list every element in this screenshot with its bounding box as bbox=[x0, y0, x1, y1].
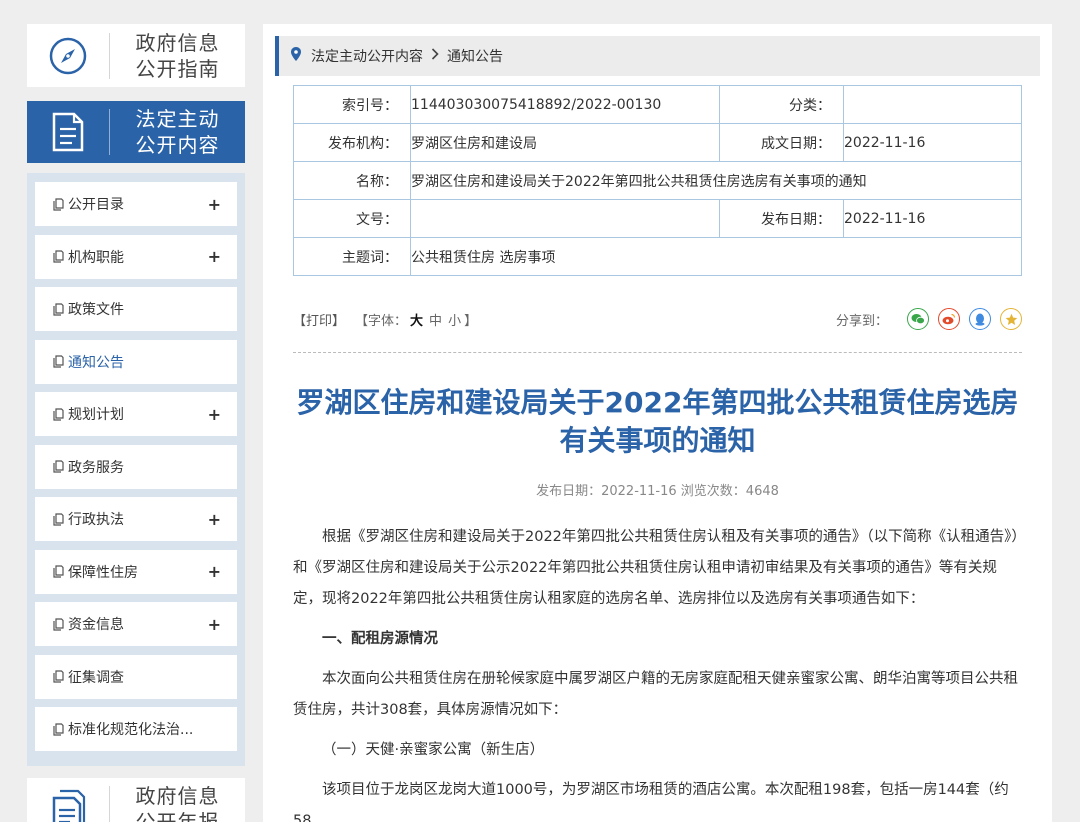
sidebar-item[interactable]: 政策文件 bbox=[35, 287, 237, 331]
sidebar-menu: 公开目录 + 机构职能 + 政策文件 通知公告 规划计划 + 政务服务 行政执法 + 保障性住房 + 资金… bbox=[27, 173, 245, 766]
category-value bbox=[843, 85, 1022, 124]
chevron-right-icon bbox=[431, 48, 439, 64]
compass-icon bbox=[27, 36, 109, 76]
font-mid-button[interactable]: 中 bbox=[429, 314, 442, 329]
paragraph-3: （一）天健·亲蜜家公寓（新生店） bbox=[322, 742, 545, 758]
breadcrumb: 法定主动公开内容 通知公告 bbox=[275, 36, 1040, 76]
annual-line1: 政府信息 bbox=[135, 784, 220, 808]
qzone-share-icon[interactable] bbox=[1000, 308, 1022, 330]
font-size-switcher: 【字体：大中小】 bbox=[355, 310, 477, 329]
sidebar-item[interactable]: 行政执法 + bbox=[35, 497, 237, 541]
active-line2: 公开内容 bbox=[135, 133, 220, 157]
active-section-card[interactable]: 法定主动 公开内容 bbox=[27, 101, 245, 163]
expand-plus-icon[interactable]: + bbox=[208, 510, 221, 529]
expand-plus-icon[interactable]: + bbox=[208, 562, 221, 581]
file-icon bbox=[53, 302, 64, 316]
guide-card[interactable]: 政府信息 公开指南 bbox=[27, 24, 245, 87]
annual-report-card[interactable]: 政府信息 公开年报 bbox=[27, 777, 245, 822]
file-icon bbox=[53, 355, 64, 368]
sidebar: 政府信息 公开指南 法定主动 公开内容 公开目录 + 机构职能 + 政策文件通知公告规划… bbox=[27, 24, 245, 822]
sidebar-item-label: 机构职能 bbox=[68, 249, 124, 266]
divider bbox=[293, 352, 1022, 353]
guide-line2: 公开指南 bbox=[135, 56, 220, 81]
expand-plus-icon[interactable]: + bbox=[208, 615, 221, 634]
qq-share-icon[interactable] bbox=[969, 308, 991, 330]
file-icon bbox=[53, 617, 64, 631]
file-icon bbox=[53, 512, 64, 526]
sidebar-item[interactable]: 标准化规范化法治... bbox=[35, 707, 237, 751]
docno-label: 文号： bbox=[293, 199, 411, 238]
sidebar-item[interactable]: 政务服务 bbox=[35, 444, 237, 489]
breadcrumb-level2[interactable]: 通知公告 bbox=[447, 46, 503, 66]
font-small-button[interactable]: 小 bbox=[448, 314, 461, 329]
sidebar-item[interactable]: 通知公告 bbox=[35, 339, 237, 384]
sidebar-item-label: 征集调查 bbox=[68, 669, 124, 686]
sidebar-item[interactable]: 机构职能 + bbox=[35, 234, 237, 279]
report-icon bbox=[27, 788, 109, 822]
weibo-share-icon[interactable] bbox=[938, 308, 960, 330]
sidebar-item-label: 规划计划 bbox=[68, 407, 124, 423]
subject-label: 主题词： bbox=[293, 237, 411, 276]
expand-plus-icon[interactable]: + bbox=[208, 195, 221, 214]
written-date-value: 2022-11-16 bbox=[843, 123, 1022, 162]
file-icon bbox=[53, 250, 64, 263]
annual-line2: 公开年报 bbox=[135, 810, 220, 822]
sidebar-item[interactable]: 征集调查 bbox=[35, 654, 237, 699]
index-label: 索引号： bbox=[293, 85, 411, 124]
sidebar-item[interactable]: 保障性住房 + bbox=[35, 549, 237, 594]
font-suffix: 】 bbox=[464, 313, 478, 329]
sidebar-item[interactable]: 资金信息 + bbox=[35, 602, 237, 646]
sidebar-item-label: 公开目录 bbox=[68, 197, 124, 213]
file-icon bbox=[53, 565, 64, 578]
sidebar-item-label: 通知公告 bbox=[68, 354, 124, 371]
wechat-share-icon[interactable] bbox=[907, 308, 929, 330]
name-value: 罗湖区住房和建设局关于2022年第四批公共租赁住房选房有关事项的通知 bbox=[410, 161, 1022, 200]
file-icon bbox=[53, 197, 64, 211]
name-label: 名称： bbox=[293, 161, 411, 200]
info-table: 索引号： 114403030075418892/2022-00130 分类： 发… bbox=[293, 85, 1022, 276]
article-title: 罗湖区住房和建设局关于2022年第四批公共租赁住房选房有关事项的通知 bbox=[296, 386, 1019, 457]
sidebar-item-label: 保障性住房 bbox=[68, 564, 138, 581]
active-line1: 法定主动 bbox=[135, 107, 220, 131]
org-value: 罗湖区住房和建设局 bbox=[410, 123, 720, 162]
category-label: 分类： bbox=[719, 85, 844, 124]
index-value: 114403030075418892/2022-00130 bbox=[410, 85, 720, 124]
main-content: 法定主动公开内容 通知公告 索引号： 114403030075418892/20… bbox=[263, 24, 1052, 822]
expand-plus-icon[interactable]: + bbox=[208, 405, 221, 424]
docno-value bbox=[410, 199, 720, 238]
font-big-button[interactable]: 大 bbox=[410, 314, 423, 329]
file-icon bbox=[53, 722, 64, 736]
section-heading-1: 一、配租房源情况 bbox=[322, 631, 438, 647]
guide-line1: 政府信息 bbox=[135, 30, 220, 55]
subject-value: 公共租赁住房 选房事项 bbox=[410, 237, 1022, 276]
expand-plus-icon[interactable]: + bbox=[208, 247, 221, 266]
file-icon bbox=[53, 670, 64, 683]
sidebar-item[interactable]: 规划计划 + bbox=[35, 392, 237, 436]
article-tools: 【打印】 【字体：大中小】 分享到： bbox=[293, 308, 1022, 330]
pub-date-label: 发布日期： bbox=[719, 199, 844, 238]
location-pin-icon bbox=[291, 47, 301, 65]
sidebar-item-label: 政策文件 bbox=[68, 302, 124, 318]
breadcrumb-level1[interactable]: 法定主动公开内容 bbox=[311, 46, 423, 66]
article-meta: 发布日期：2022-11-16 浏览次数：4648 bbox=[536, 484, 779, 499]
written-date-label: 成文日期： bbox=[719, 123, 844, 162]
share-bar: 分享到： bbox=[836, 308, 1022, 330]
file-icon bbox=[53, 460, 64, 473]
sidebar-item-label: 标准化规范化法治... bbox=[68, 722, 194, 738]
article-body: 根据《罗湖区住房和建设局关于2022年第四批公共租赁住房认租及有关事项的通告》（… bbox=[293, 522, 1022, 822]
paragraph-4: 该项目位于龙岗区龙岗大道1000号，为罗湖区市场租赁的酒店公寓。本次配租198套… bbox=[293, 782, 1009, 822]
font-prefix: 【字体： bbox=[355, 313, 408, 329]
pub-date-value: 2022-11-16 bbox=[843, 199, 1022, 238]
paragraph-2: 本次面向公共租赁住房在册轮候家庭中属罗湖区户籍的无房家庭配租天健亲蜜家公寓、朗华… bbox=[293, 671, 1018, 718]
paragraph-1: 根据《罗湖区住房和建设局关于2022年第四批公共租赁住房认租及有关事项的通告》（… bbox=[293, 529, 1019, 607]
document-icon bbox=[27, 111, 109, 153]
sidebar-item[interactable]: 公开目录 + bbox=[35, 182, 237, 226]
print-link[interactable]: 【打印】 bbox=[293, 310, 345, 329]
share-label: 分享到： bbox=[835, 313, 888, 329]
sidebar-item-label: 政务服务 bbox=[68, 459, 124, 476]
sidebar-item-label: 资金信息 bbox=[68, 617, 124, 633]
sidebar-item-label: 行政执法 bbox=[68, 512, 124, 528]
org-label: 发布机构： bbox=[293, 123, 411, 162]
file-icon bbox=[53, 407, 64, 421]
